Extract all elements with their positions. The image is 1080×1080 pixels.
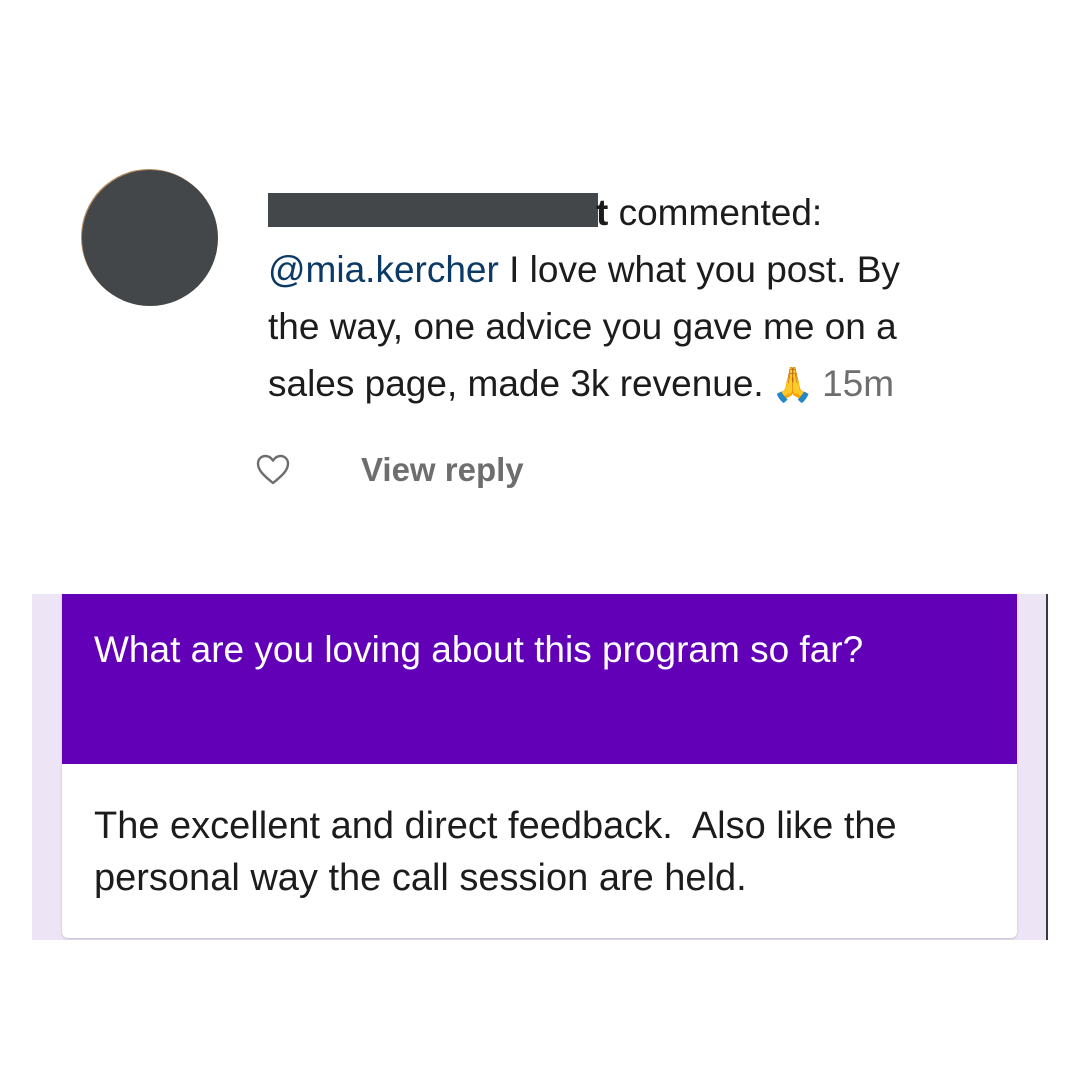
- username-visible-suffix[interactable]: t: [596, 192, 608, 233]
- heart-outline-icon[interactable]: [255, 452, 291, 488]
- comment-line-1: @mia.kercher I love what you post. By: [268, 241, 1028, 298]
- avatar[interactable]: [82, 170, 218, 306]
- comment-line-1-text: I love what you post. By: [498, 249, 900, 290]
- comment-line-2: the way, one advice you gave me on a: [268, 306, 897, 347]
- mention-link[interactable]: @mia.kercher: [268, 249, 499, 290]
- comment-line-3: sales page, made 3k revenue. 🙏 15m: [268, 355, 1028, 414]
- redacted-username[interactable]: [268, 193, 598, 227]
- comment-line-3-text: sales page, made 3k revenue.: [268, 363, 764, 404]
- comment-timestamp: 15m: [822, 363, 895, 404]
- form-answer-text: The excellent and direct feedback. Also …: [94, 805, 908, 899]
- comment-action: commented:: [618, 192, 823, 233]
- form-response-card: What are you loving about this program s…: [62, 594, 1017, 938]
- praying-hands-emoji: 🙏: [771, 365, 815, 405]
- view-reply-button[interactable]: View reply: [361, 451, 524, 489]
- comment-actions: View reply: [255, 447, 524, 493]
- comment-text: t commented: @mia.kercher I love what yo…: [268, 184, 1028, 414]
- form-question-header: What are you loving about this program s…: [62, 594, 1017, 764]
- comment-header: t commented:: [268, 184, 1028, 241]
- form-background-edge: [1046, 594, 1048, 940]
